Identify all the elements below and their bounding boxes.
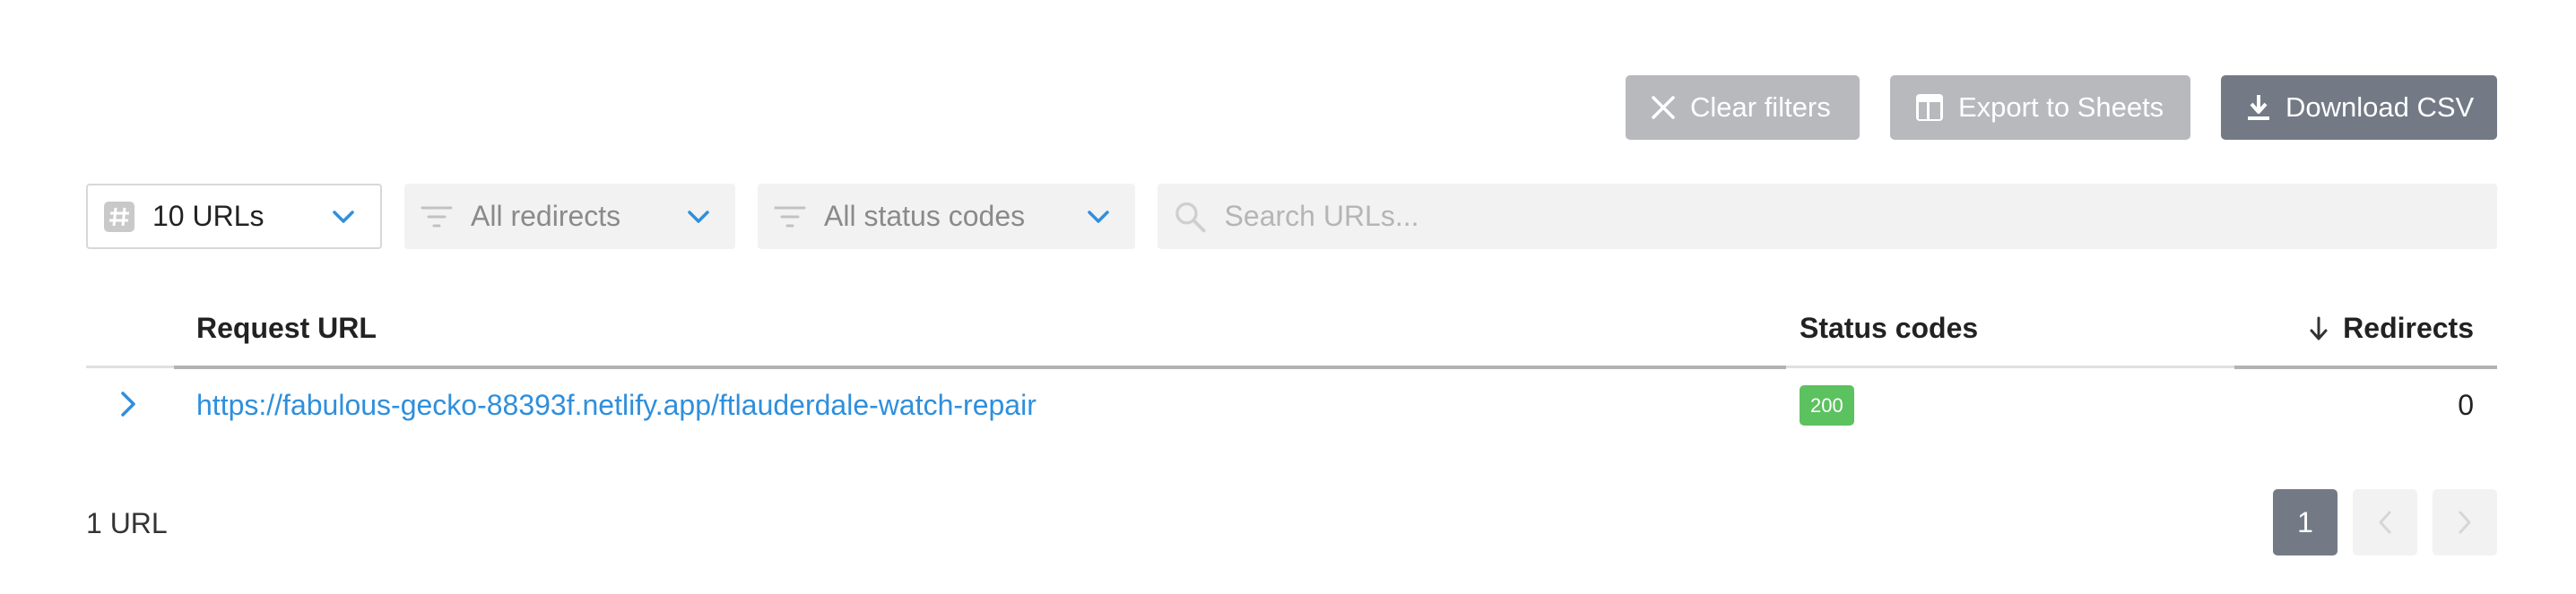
page-button-current[interactable]: 1: [2273, 489, 2337, 555]
table-row: https://fabulous-gecko-88393f.netlify.ap…: [86, 369, 2497, 446]
redirects-filter-value: All redirects: [471, 200, 621, 232]
column-header-redirects[interactable]: Redirects: [2309, 312, 2474, 345]
status-codes-filter-select[interactable]: All status codes: [758, 184, 1135, 249]
redirects-count: 0: [2458, 389, 2474, 421]
column-header-status-codes[interactable]: Status codes: [1800, 312, 1978, 345]
search-input[interactable]: [1224, 200, 2497, 233]
filter-icon: [774, 206, 806, 227]
redirects-filter-select[interactable]: All redirects: [404, 184, 735, 249]
previous-page-button[interactable]: [2353, 489, 2417, 555]
results-count: 1 URL: [86, 507, 168, 539]
download-icon: [2248, 95, 2269, 120]
pagination: 1: [2273, 489, 2497, 555]
header-divider: [86, 366, 174, 368]
table-header: Request URL Status codes Redirects: [86, 303, 2497, 369]
search-icon: [1175, 202, 1206, 232]
chevron-right-icon: [2459, 511, 2471, 534]
chevron-down-icon: [1088, 210, 1109, 223]
export-to-sheets-button[interactable]: Export to Sheets: [1890, 75, 2190, 140]
filter-bar: 10 URLs All redirects All status codes: [86, 184, 2497, 249]
sort-descending-icon: [2310, 316, 2328, 340]
next-page-button[interactable]: [2433, 489, 2497, 555]
status-badge: 200: [1800, 385, 1854, 426]
clear-filters-button[interactable]: Clear filters: [1626, 75, 1860, 140]
close-icon: [1652, 96, 1675, 119]
urls-table: Request URL Status codes Redirects https…: [86, 303, 2497, 446]
expand-row-button[interactable]: [120, 391, 136, 425]
chevron-left-icon: [2379, 511, 2391, 534]
header-divider: [1786, 366, 2234, 368]
url-count-value: 10 URLs: [152, 200, 265, 232]
hash-icon: [104, 201, 134, 232]
status-codes-filter-value: All status codes: [824, 200, 1026, 232]
request-url-link[interactable]: https://fabulous-gecko-88393f.netlify.ap…: [196, 389, 1036, 422]
redirects-header-label: Redirects: [2343, 312, 2474, 344]
download-csv-label: Download CSV: [2285, 91, 2475, 123]
chevron-down-icon: [333, 210, 354, 223]
download-csv-button[interactable]: Download CSV: [2221, 75, 2497, 140]
sheets-icon: [1916, 94, 1943, 121]
search-box: [1158, 184, 2497, 249]
chevron-right-icon: [121, 392, 135, 417]
column-header-request-url[interactable]: Request URL: [196, 312, 377, 345]
chevron-down-icon: [688, 210, 709, 223]
export-to-sheets-label: Export to Sheets: [1958, 91, 2164, 123]
filter-icon: [421, 206, 453, 227]
clear-filters-label: Clear filters: [1690, 91, 1831, 123]
toolbar: Clear filters Export to Sheets Download …: [1626, 75, 2497, 140]
url-count-select[interactable]: 10 URLs: [86, 184, 382, 249]
